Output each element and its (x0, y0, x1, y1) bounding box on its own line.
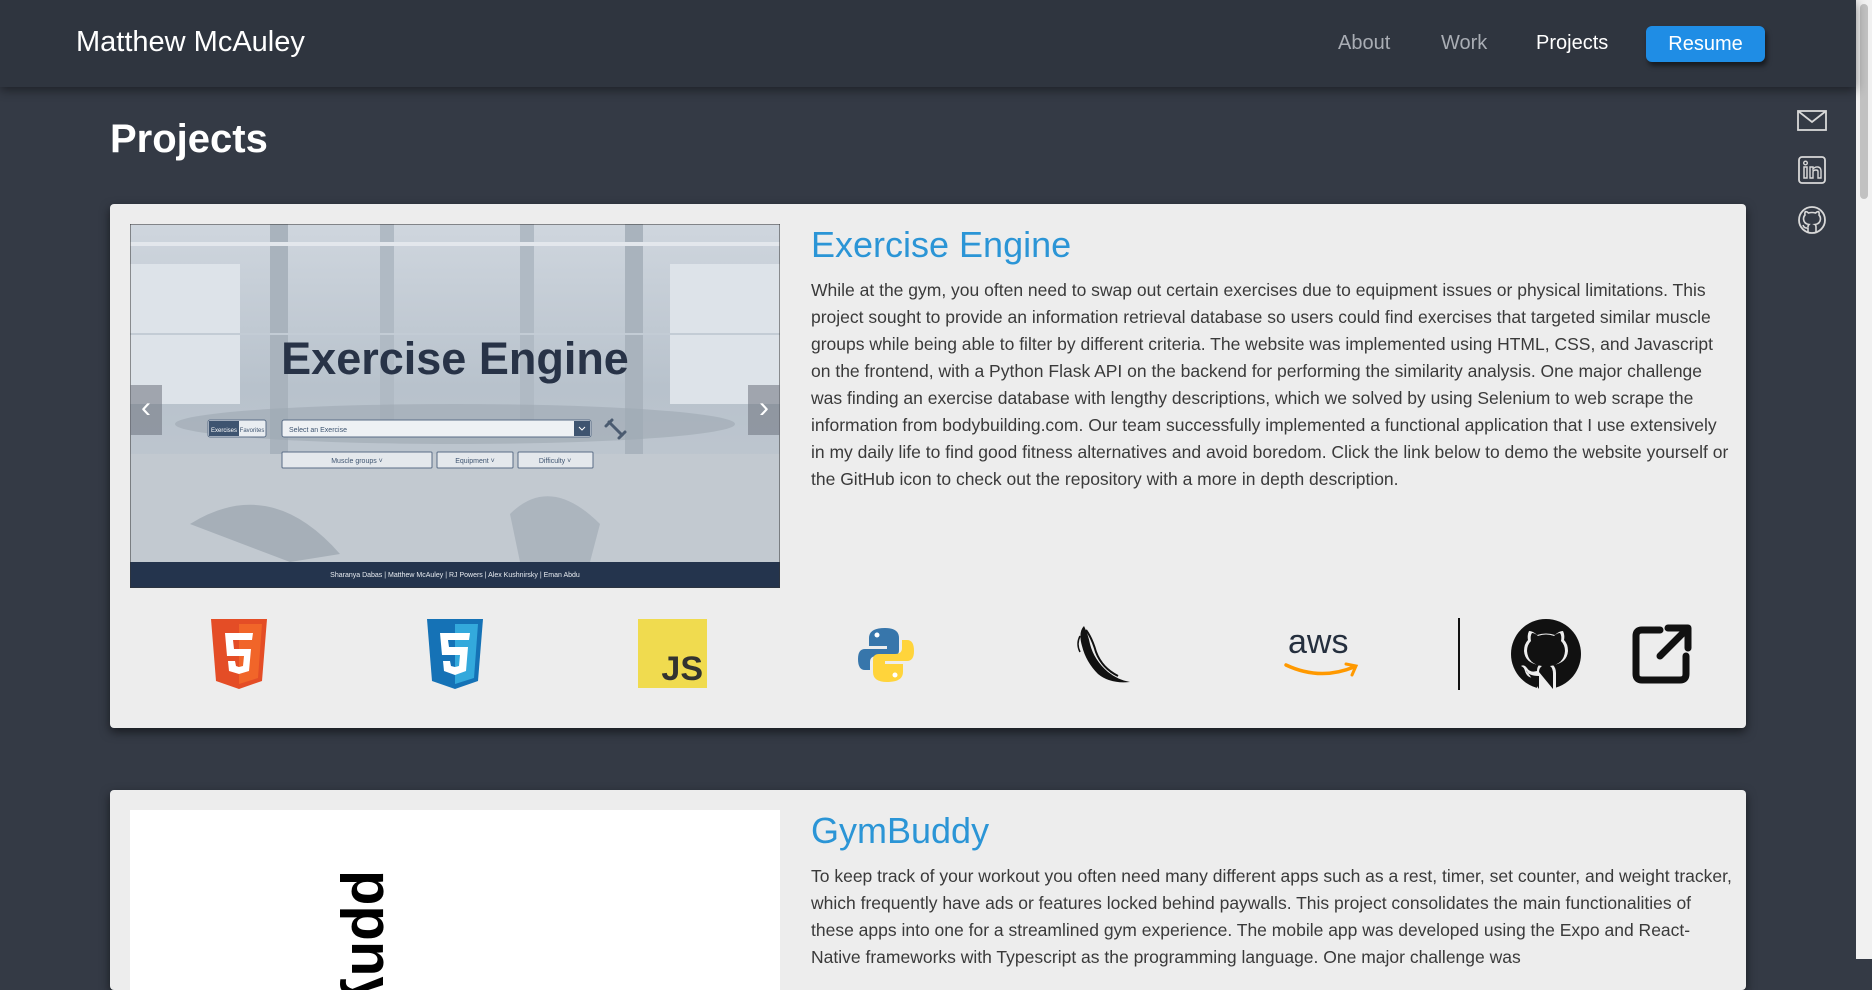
carousel-prev-button[interactable]: ‹ (130, 385, 162, 435)
resume-button[interactable]: Resume (1646, 26, 1765, 62)
css3-icon (424, 619, 486, 694)
project-title: Exercise Engine (811, 224, 1072, 265)
project-description: While at the gym, you often need to swap… (811, 280, 1729, 489)
python-icon (857, 626, 915, 689)
project-card-gymbuddy: ppny GymBuddy To keep track of your work… (110, 790, 1746, 990)
svg-text:Muscle groups ˅: Muscle groups ˅ (331, 458, 383, 465)
icon-divider (1458, 618, 1460, 690)
navbar: Matthew McAuley About Work Projects Resu… (0, 0, 1856, 87)
project-screenshot: ppny (130, 810, 780, 990)
github-repo-icon[interactable] (1510, 618, 1582, 695)
svg-text:Favorites: Favorites (240, 428, 265, 434)
brand-name[interactable]: Matthew McAuley (76, 26, 305, 59)
project-title: GymBuddy (811, 810, 990, 851)
aws-icon: aws (1284, 623, 1362, 681)
scroll-thumb[interactable] (1860, 4, 1868, 199)
external-link-icon[interactable] (1630, 622, 1694, 691)
nav-about[interactable]: About (1338, 32, 1390, 55)
svg-text:Equipment ˅: Equipment ˅ (455, 458, 495, 465)
svg-text:Sharanya Dabas | Matthew McAul: Sharanya Dabas | Matthew McAuley | RJ Po… (330, 572, 580, 579)
page-title: Projects (110, 117, 268, 161)
carousel-next-button[interactable]: › (748, 385, 780, 435)
project-screenshot: Exercise Engine Exercises Favorites Sele… (130, 224, 780, 588)
project-card-exercise-engine: Exercise Engine Exercises Favorites Sele… (110, 204, 1746, 728)
flask-icon (1074, 622, 1140, 693)
project-description: To keep track of your workout you often … (811, 866, 1732, 967)
screenshot-title: Exercise Engine (281, 333, 629, 384)
nav-work[interactable]: Work (1441, 32, 1487, 55)
scrollbar[interactable] (1856, 0, 1872, 959)
svg-text:Exercises: Exercises (211, 428, 237, 434)
html5-icon (208, 619, 270, 694)
svg-text:Difficulty ˅: Difficulty ˅ (539, 458, 571, 465)
nav-projects[interactable]: Projects (1536, 32, 1608, 55)
linkedin-icon[interactable] (1796, 154, 1828, 186)
gymbuddy-logo: ppny (339, 870, 404, 990)
mail-icon[interactable] (1796, 104, 1828, 136)
svg-text:Select an Exercise: Select an Exercise (289, 427, 347, 434)
javascript-icon: JS (638, 619, 707, 688)
github-icon[interactable] (1796, 204, 1828, 236)
